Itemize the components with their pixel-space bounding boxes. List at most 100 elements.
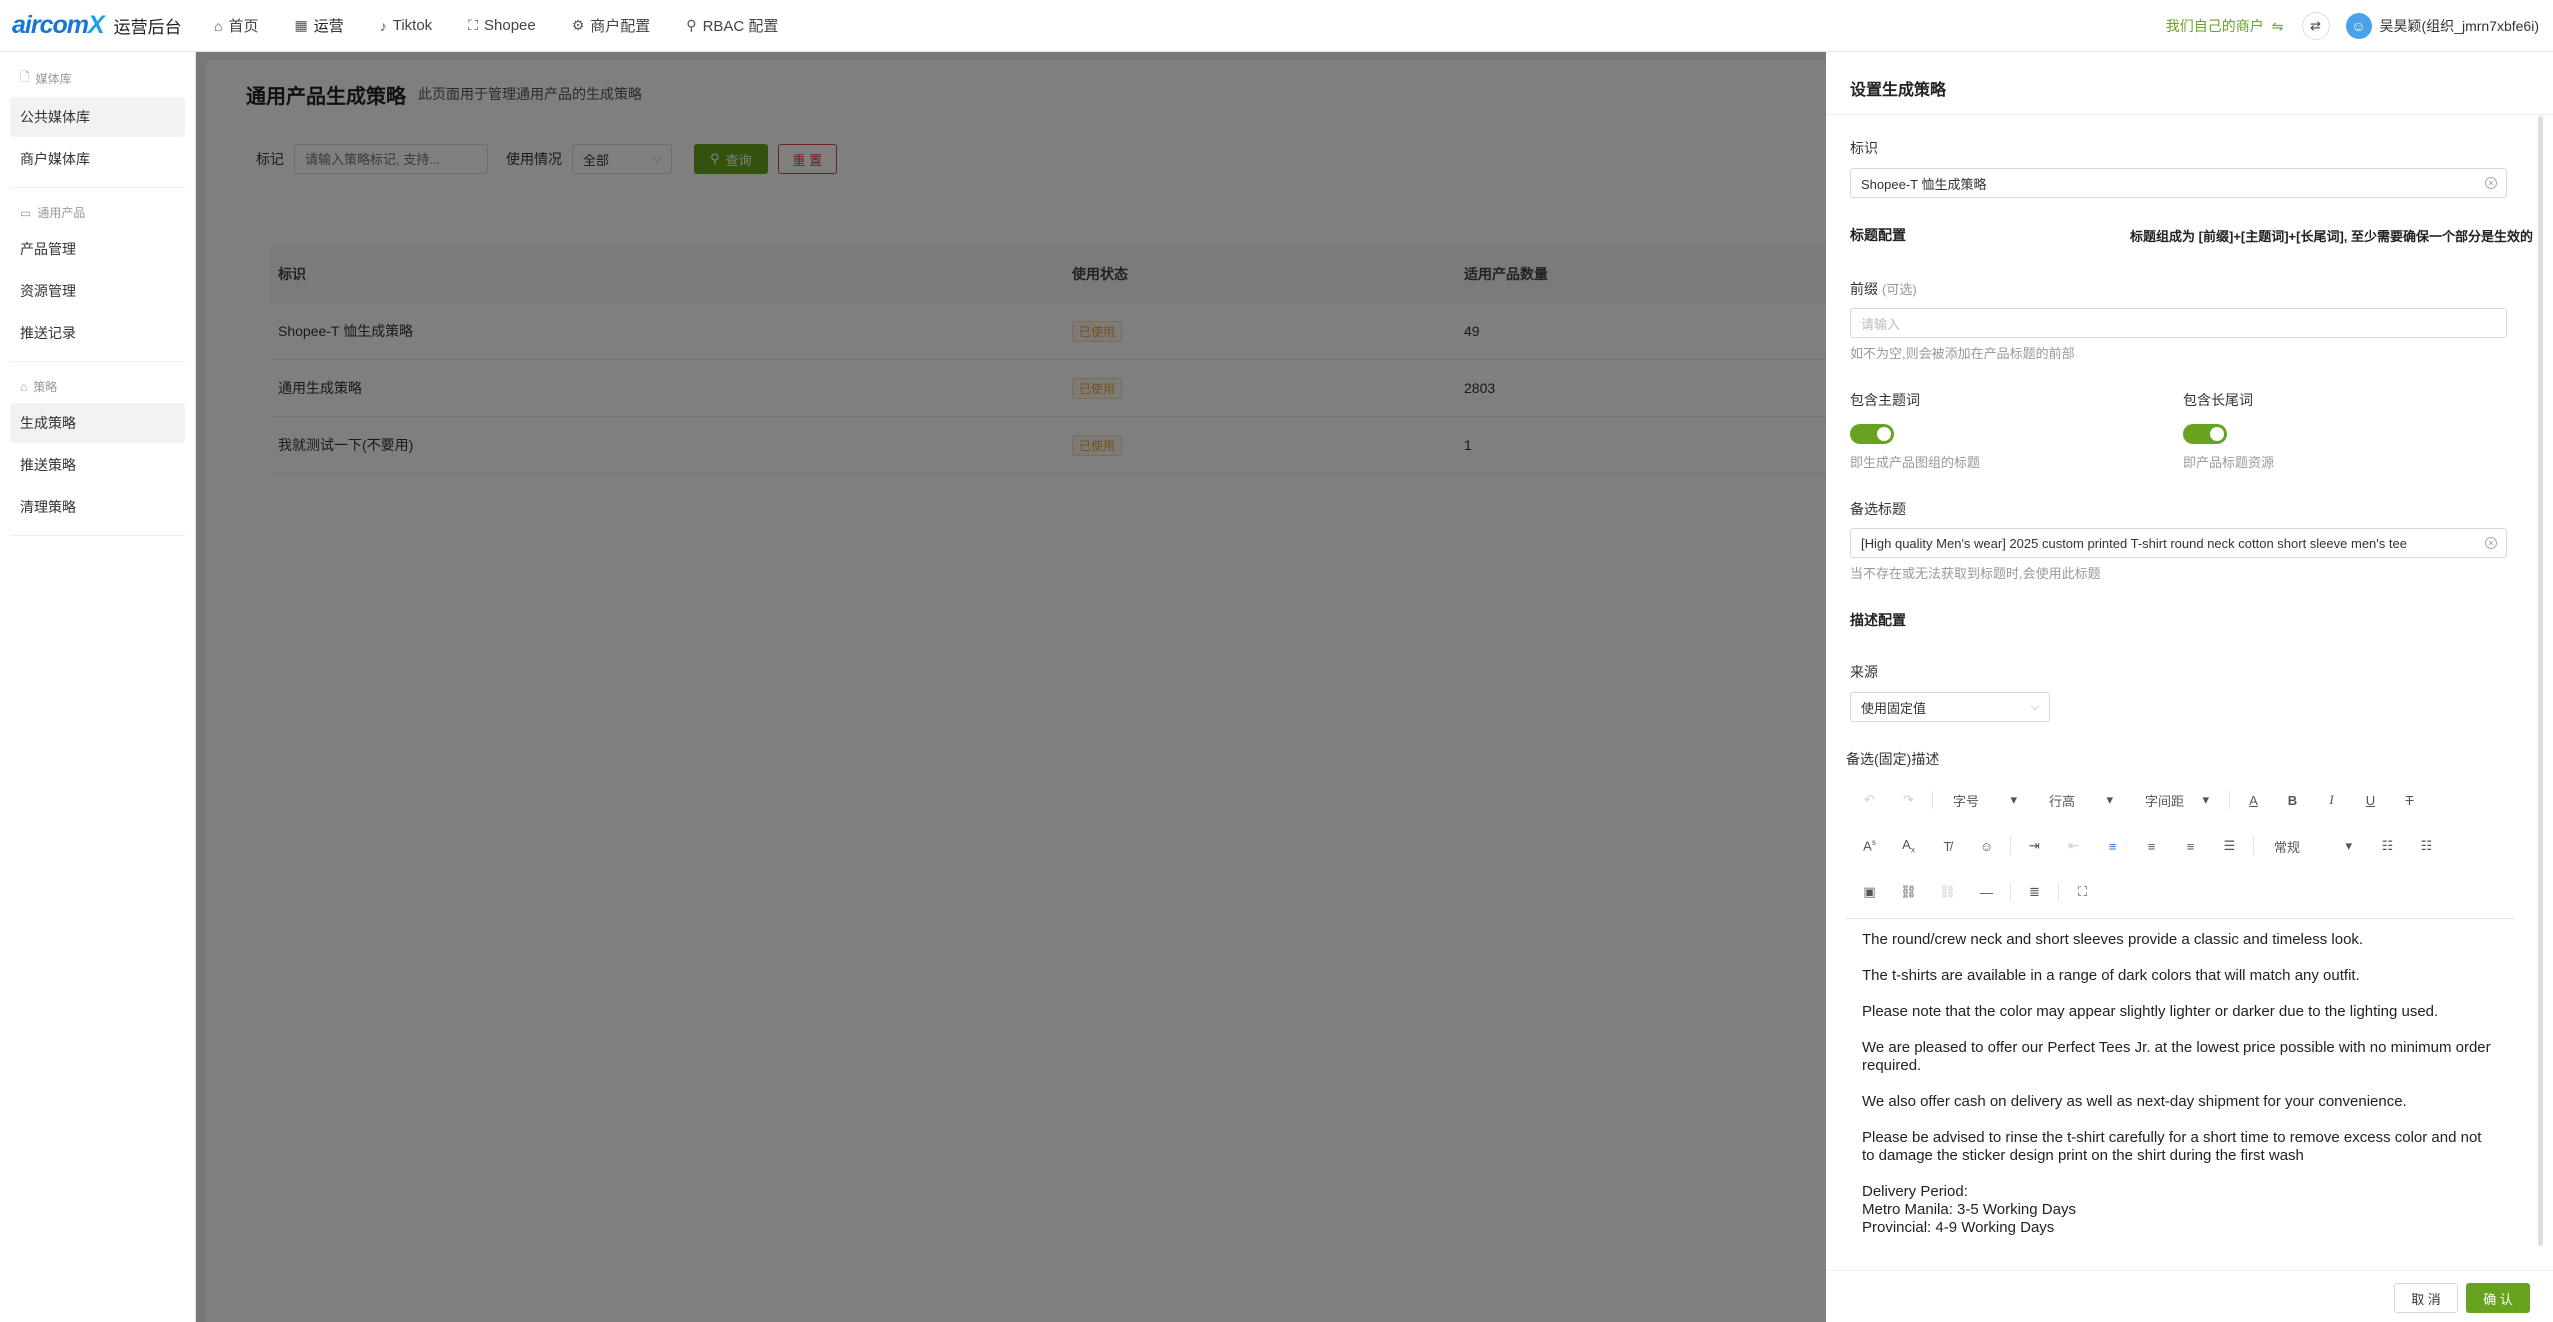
strikethrough-icon[interactable]: T — [2390, 793, 2429, 808]
indent-increase-icon[interactable]: ⇥ — [2015, 838, 2054, 854]
drawer-scrollbar[interactable] — [2538, 116, 2543, 1246]
nav-rbac-config[interactable]: ⚲ RBAC 配置 — [668, 0, 796, 52]
nav-rbac-config-label: RBAC 配置 — [702, 18, 779, 35]
theme-word-hint: 即生成产品图组的标题 — [1850, 455, 1981, 470]
toolbar-separator — [2010, 837, 2011, 855]
align-left-icon[interactable]: ≡ — [2093, 839, 2132, 854]
editor-delivery-line: Provincial: 4-9 Working Days — [1862, 1219, 2055, 1236]
superscript-icon[interactable]: As — [1850, 838, 1889, 853]
nav-home-label: 首页 — [228, 18, 259, 35]
sidebar-divider — [10, 361, 185, 362]
nav-shopee-label: Shopee — [484, 17, 536, 34]
nav-operations[interactable]: ▦ 运营 — [276, 0, 361, 52]
underline-icon[interactable]: U — [2351, 793, 2390, 808]
product-icon: ▭ — [20, 205, 32, 220]
sidebar-item-generate-strategy[interactable]: 生成策略 — [10, 403, 185, 443]
sidebar-item-public-media[interactable]: 公共媒体库 — [10, 97, 185, 137]
logo[interactable]: aircomX 运营后台 — [0, 11, 196, 40]
font-size-label: 字号 — [1953, 793, 1980, 809]
font-size-dropdown[interactable]: 字号 ▾ — [1937, 791, 2033, 810]
alt-title-input[interactable]: [High quality Men's wear] 2025 custom pr… — [1850, 528, 2507, 558]
nav-tiktok[interactable]: ♪ Tiktok — [362, 0, 450, 52]
dashboard-icon: ▦ — [294, 17, 308, 33]
numbered-list-icon[interactable]: ☷ — [2407, 838, 2446, 854]
sidebar: 🗋 媒体库 公共媒体库 商户媒体库 ▭ 通用产品 产品管理 资源管理 推送记录 ⌂ 策… — [0, 52, 196, 1322]
clear-format-icon[interactable]: T̸ — [1928, 839, 1967, 854]
caret-down-icon: ▾ — [2106, 792, 2113, 807]
avatar[interactable]: ☺ — [2345, 13, 2372, 39]
prefix-optional: (可选) — [1882, 282, 1917, 297]
drawer-divider — [1826, 114, 2553, 115]
theme-word-toggle[interactable] — [1850, 424, 1894, 444]
line-height-dropdown[interactable]: 行高 ▾ — [2033, 791, 2129, 810]
editor-paragraph: Please be advised to rinse the t-shirt c… — [1862, 1129, 2482, 1164]
paragraph-style-dropdown[interactable]: 常规 ▾ — [2258, 837, 2368, 856]
editor-paragraph: The round/crew neck and short sleeves pr… — [1862, 931, 2364, 948]
nav-merchant-config-label: 商户配置 — [590, 18, 651, 35]
text-color-icon[interactable]: A — [2234, 793, 2273, 808]
image-icon[interactable]: ▣ — [1850, 884, 1889, 900]
title-config-note: 标题组成为 [前缀]+[主题词]+[长尾词], 至少需要确保一个部分是生效的 — [2130, 229, 2533, 244]
longtail-word-toggle[interactable] — [2183, 424, 2227, 444]
horizontal-rule-icon[interactable]: — — [1967, 885, 2006, 900]
sidebar-item-cleanup-strategy[interactable]: 清理策略 — [10, 487, 185, 527]
source-select[interactable]: 使用固定值 ⌵ — [1850, 692, 2050, 722]
indent-decrease-icon[interactable]: ⇤ — [2054, 838, 2093, 854]
link-icon[interactable]: ⛓ — [1889, 884, 1928, 900]
prefix-label-text: 前缀 — [1850, 281, 1878, 297]
key-icon: ⚲ — [686, 17, 697, 33]
align-right-icon[interactable]: ≡ — [2171, 839, 2210, 854]
editor-paragraph: Please note that the color may appear sl… — [1862, 1003, 2439, 1020]
longtail-word-label: 包含长尾词 — [2183, 392, 2253, 408]
sidebar-group-strategy: ⌂ 策略 — [0, 370, 195, 401]
undo-icon[interactable]: ↶ — [1850, 792, 1889, 808]
bold-icon[interactable]: B — [2273, 793, 2312, 808]
align-justify-icon[interactable]: ☰ — [2210, 838, 2249, 854]
id-input[interactable]: Shopee-T 恤生成策略 × — [1850, 168, 2507, 198]
nav-shopee[interactable]: ⛶ Shopee — [450, 0, 554, 52]
clear-all-icon[interactable]: ≣ — [2015, 884, 2054, 900]
description-editor[interactable]: The round/crew neck and short sleeves pr… — [1846, 918, 2514, 1322]
username[interactable]: 吴昊颖(组织_jmrn7xbfe6i) — [2380, 16, 2539, 36]
longtail-word-hint: 即产品标题资源 — [2183, 455, 2275, 470]
sidebar-item-push-records[interactable]: 推送记录 — [10, 313, 185, 353]
sidebar-item-product-management[interactable]: 产品管理 — [10, 229, 185, 269]
sidebar-item-merchant-media[interactable]: 商户媒体库 — [10, 139, 185, 179]
align-center-icon[interactable]: ≡ — [2132, 839, 2171, 854]
cancel-button[interactable]: 取 消 — [2394, 1283, 2458, 1313]
sidebar-item-resource-management[interactable]: 资源管理 — [10, 271, 185, 311]
clear-icon[interactable]: × — [2485, 177, 2497, 189]
id-label: 标识 — [1850, 140, 1878, 156]
line-height-label: 行高 — [2049, 793, 2076, 809]
sidebar-item-push-strategy[interactable]: 推送策略 — [10, 445, 185, 485]
caret-down-icon: ▾ — [2202, 792, 2209, 807]
redo-icon[interactable]: ↷ — [1889, 792, 1928, 808]
sidebar-divider — [10, 187, 185, 188]
unlink-icon[interactable]: ⛓ — [1928, 884, 1967, 900]
logo-mark: aircomX — [12, 11, 105, 39]
confirm-button[interactable]: 确 认 — [2466, 1283, 2530, 1313]
toolbar-separator — [2253, 837, 2254, 855]
prefix-input[interactable]: 请输入 — [1850, 308, 2507, 338]
nav-merchant-config[interactable]: ⚙ 商户配置 — [554, 0, 669, 52]
prefix-hint: 如不为空,则会被添加在产品标题的前部 — [1850, 346, 2075, 361]
sidebar-group-products-title: 通用产品 — [37, 206, 86, 220]
merchant-switcher[interactable]: 我们自己的商户 ⇋ — [2166, 16, 2284, 36]
toolbar-separator — [2229, 791, 2230, 809]
bullet-list-icon[interactable]: ☷ — [2368, 838, 2407, 854]
nav-home[interactable]: ⌂ 首页 — [196, 0, 276, 52]
user-switch-icon: ⇄ — [2310, 18, 2321, 33]
subscript-icon[interactable]: Ax — [1889, 837, 1928, 855]
italic-icon[interactable]: I — [2312, 792, 2351, 808]
letter-spacing-dropdown[interactable]: 字间距 ▾ — [2129, 791, 2225, 810]
editor-paragraph: The t-shirts are available in a range of… — [1862, 967, 2360, 984]
editor-toolbar-row-1: ↶ ↷ 字号 ▾ 行高 ▾ 字间距 ▾ A B I U T — [1850, 777, 2510, 823]
user-avatar-icon: ☺ — [2351, 18, 2366, 34]
emoji-icon[interactable]: ☺ — [1967, 839, 2006, 854]
switch-account-button[interactable]: ⇄ — [2301, 12, 2330, 40]
sidebar-divider — [10, 535, 185, 536]
fullscreen-icon[interactable]: ⛶ — [2063, 884, 2102, 900]
clear-icon[interactable]: × — [2485, 537, 2497, 549]
header-right: 我们自己的商户 ⇋ ⇄ ☺ 吴昊颖(组织_jmrn7xbfe6i) — [2166, 0, 2553, 52]
drawer-title: 设置生成策略 — [1850, 82, 1947, 99]
